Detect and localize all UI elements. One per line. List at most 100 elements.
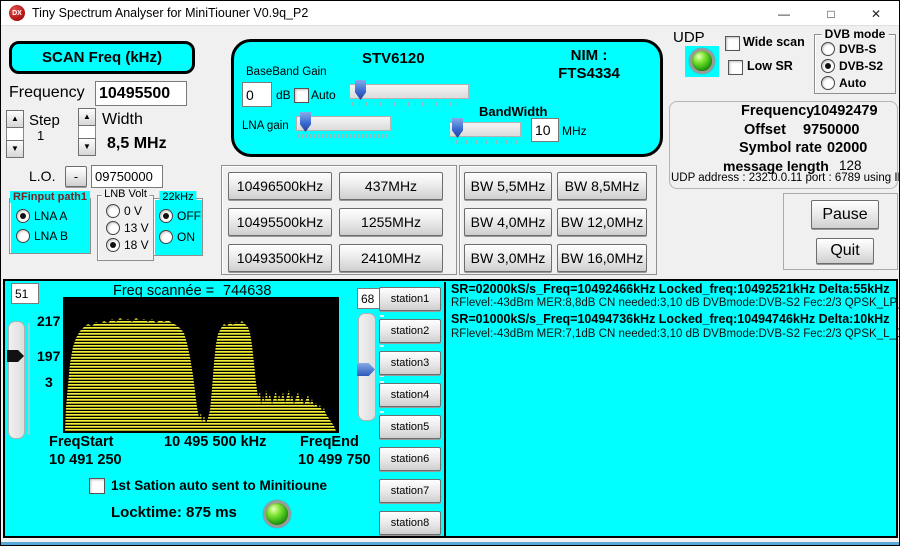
radio-lna-a[interactable]: LNA A bbox=[16, 209, 67, 223]
width-down-button[interactable]: ▼ bbox=[78, 138, 96, 156]
band-preset-button-1255[interactable]: 1255MHz bbox=[339, 208, 443, 236]
arrow-down-icon: ▼ bbox=[11, 145, 19, 153]
freq-start-label: FreqStart bbox=[49, 434, 113, 450]
freq-preset-button-3[interactable]: 10493500kHz bbox=[228, 244, 332, 272]
scan-freq-button[interactable]: SCAN Freq (kHz) bbox=[9, 41, 195, 74]
baseband-gain-input[interactable] bbox=[242, 82, 272, 107]
udp-led-icon bbox=[689, 48, 715, 74]
close-icon: ✕ bbox=[871, 7, 881, 21]
band-preset-button-437[interactable]: 437MHz bbox=[339, 172, 443, 200]
radio-0v[interactable]: 0 V bbox=[106, 204, 142, 218]
step-down-button[interactable]: ▼ bbox=[6, 140, 24, 158]
station1-detail: RFlevel:-43dBm MER:8,8dB CN needed:3,10 … bbox=[451, 297, 900, 309]
dvb-mode-groupbox: DVB mode DVB-S DVB-S2 Auto bbox=[814, 34, 896, 94]
station3-button[interactable]: station3 bbox=[379, 351, 441, 375]
22khz-title: 22kHz bbox=[159, 191, 196, 203]
step-up-button[interactable]: ▲ bbox=[6, 110, 24, 128]
pause-button[interactable]: Pause bbox=[811, 200, 879, 229]
radio-label: OFF bbox=[177, 209, 201, 223]
bw-button-12-0[interactable]: BW 12,0MHz bbox=[557, 208, 647, 236]
station7-button[interactable]: station7 bbox=[379, 479, 441, 503]
station6-button[interactable]: station6 bbox=[379, 447, 441, 471]
bw-button-5-5[interactable]: BW 5,5MHz bbox=[464, 172, 552, 200]
center-freq-value: 10 495 500 kHz bbox=[164, 434, 266, 450]
radio-label: ON bbox=[177, 230, 195, 244]
radio-label: LNA A bbox=[34, 209, 67, 223]
freq-preset-button-1[interactable]: 10496500kHz bbox=[228, 172, 332, 200]
width-value: 8,5 MHz bbox=[107, 135, 167, 153]
left-gain-slider[interactable] bbox=[8, 321, 25, 439]
minimize-icon: — bbox=[778, 7, 790, 21]
low-sr-checkbox[interactable] bbox=[728, 60, 743, 75]
station4-button[interactable]: station4 bbox=[379, 383, 441, 407]
radio-selected-icon bbox=[159, 209, 173, 223]
minimize-button[interactable]: — bbox=[762, 1, 806, 26]
radio-label: DVB-S bbox=[839, 42, 876, 56]
nim-title: NIM : bbox=[524, 47, 654, 64]
slider-ticks bbox=[352, 102, 464, 106]
status-frequency-value: 10492479 bbox=[813, 103, 878, 119]
radio-18v[interactable]: 18 V bbox=[106, 238, 149, 252]
lo-minus-button[interactable]: - bbox=[65, 166, 87, 187]
wide-scan-label: Wide scan bbox=[743, 35, 805, 49]
bw-button-4-0[interactable]: BW 4,0MHz bbox=[464, 208, 552, 236]
window-title: Tiny Spectrum Analyser for MiniTiouner V… bbox=[32, 6, 308, 20]
radio-dvb-s2[interactable]: DVB-S2 bbox=[821, 59, 883, 73]
arrow-up-icon: ▲ bbox=[11, 115, 19, 123]
auto-label: Auto bbox=[311, 88, 336, 102]
auto-send-checkbox[interactable] bbox=[89, 478, 105, 494]
message-length-value: 128 bbox=[839, 158, 862, 173]
step-value: 1 bbox=[37, 128, 44, 143]
tuner-panel: STV6120 NIM : FTS4334 BaseBand Gain dB A… bbox=[231, 39, 663, 157]
close-button[interactable]: ✕ bbox=[854, 1, 898, 26]
radio-icon bbox=[821, 42, 835, 56]
maximize-button[interactable]: □ bbox=[809, 1, 853, 26]
bw-button-8-5[interactable]: BW 8,5MHz bbox=[557, 172, 647, 200]
bandwidth-input[interactable] bbox=[531, 118, 559, 142]
width-up-button[interactable]: ▲ bbox=[78, 108, 96, 126]
left-slider-groove bbox=[28, 323, 30, 435]
wide-scan-checkbox[interactable] bbox=[725, 36, 740, 51]
baseband-gain-slider[interactable] bbox=[349, 84, 469, 99]
bw-button-16-0[interactable]: BW 16,0MHz bbox=[557, 244, 647, 272]
y-tick-3: 3 bbox=[45, 374, 53, 390]
station5-button[interactable]: station5 bbox=[379, 415, 441, 439]
udp-label: UDP bbox=[673, 29, 705, 46]
checkbox-icon bbox=[728, 60, 743, 75]
auto-checkbox[interactable] bbox=[294, 88, 307, 101]
arrow-up-icon: ▲ bbox=[83, 113, 91, 121]
freq-preset-button-2[interactable]: 10495500kHz bbox=[228, 208, 332, 236]
bandwidth-label: BandWidth bbox=[479, 104, 547, 119]
step-spinner[interactable]: ▲ ▼ bbox=[6, 110, 24, 158]
lnb-volt-groupbox: LNB Volt 0 V 13 V 18 V bbox=[97, 195, 154, 261]
y-tick-197: 197 bbox=[37, 348, 60, 364]
radio-22khz-off[interactable]: OFF bbox=[159, 209, 201, 223]
radio-selected-icon bbox=[821, 59, 835, 73]
radio-selected-icon bbox=[106, 238, 120, 252]
station1-button[interactable]: station1 bbox=[379, 287, 441, 311]
slider-ticks bbox=[298, 134, 388, 138]
frequency-input[interactable] bbox=[95, 81, 187, 106]
radio-dvb-auto[interactable]: Auto bbox=[821, 76, 866, 90]
radio-13v[interactable]: 13 V bbox=[106, 221, 149, 235]
radio-icon bbox=[106, 204, 120, 218]
udp-address-line: UDP address : 232.0.0.11 port : 6789 usi… bbox=[671, 172, 899, 184]
station8-button[interactable]: station8 bbox=[379, 511, 441, 535]
bw-button-3-0[interactable]: BW 3,0MHz bbox=[464, 244, 552, 272]
radio-22khz-on[interactable]: ON bbox=[159, 230, 195, 244]
band-preset-button-2410[interactable]: 2410MHz bbox=[339, 244, 443, 272]
status-offset-label: Offset bbox=[744, 122, 786, 138]
station-separator-line bbox=[444, 282, 446, 537]
station2-button[interactable]: station2 bbox=[379, 319, 441, 343]
status-symbol-rate-value: 02000 bbox=[827, 140, 867, 156]
radio-dvb-s[interactable]: DVB-S bbox=[821, 42, 876, 56]
lo-input[interactable] bbox=[91, 165, 163, 188]
width-spinner[interactable]: ▲ ▼ bbox=[78, 108, 96, 156]
radio-icon bbox=[16, 229, 30, 243]
y-tick-217: 217 bbox=[37, 313, 60, 329]
left-gain-input[interactable] bbox=[11, 283, 39, 304]
low-sr-label: Low SR bbox=[747, 59, 793, 73]
frequency-label: Frequency bbox=[9, 84, 85, 102]
radio-lna-b[interactable]: LNA B bbox=[16, 229, 68, 243]
quit-button[interactable]: Quit bbox=[816, 238, 874, 264]
